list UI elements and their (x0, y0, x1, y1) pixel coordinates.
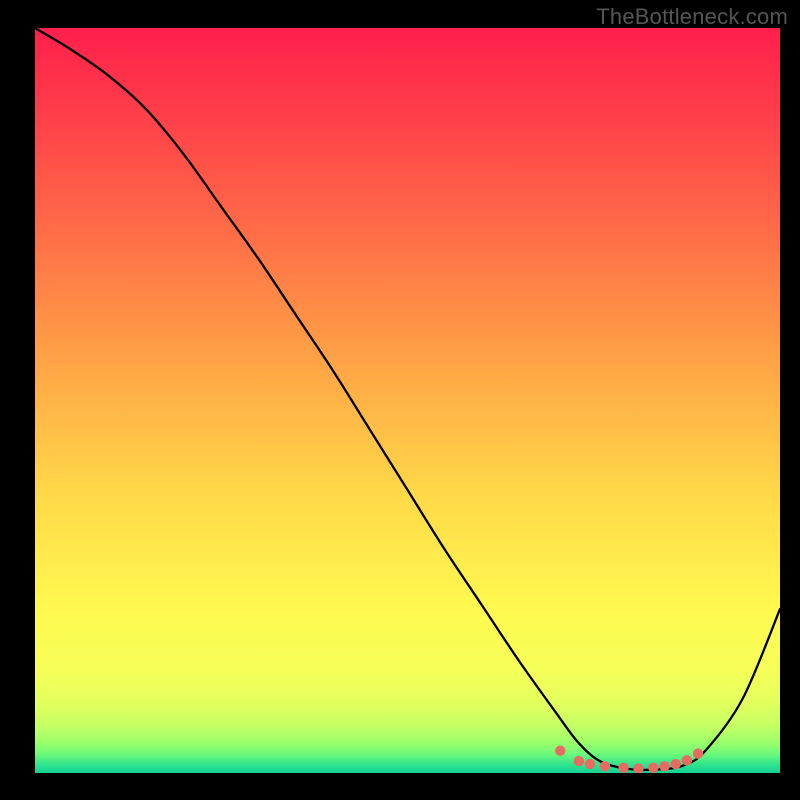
highlight-dot (682, 755, 692, 765)
highlight-dot (574, 756, 584, 766)
chart-container: TheBottleneck.com (0, 0, 800, 800)
plot-area (35, 28, 780, 773)
highlight-dot (648, 763, 658, 773)
highlight-dot (585, 759, 595, 769)
curve-layer (35, 28, 780, 773)
bottleneck-curve (35, 28, 780, 770)
highlight-dot (600, 761, 610, 771)
highlight-dot (671, 759, 681, 769)
highlight-dot (659, 761, 669, 771)
highlight-dot (693, 748, 703, 758)
highlight-dot (555, 745, 565, 755)
watermark-text: TheBottleneck.com (596, 4, 788, 30)
highlight-dot (633, 763, 643, 773)
highlight-dot (618, 763, 628, 773)
